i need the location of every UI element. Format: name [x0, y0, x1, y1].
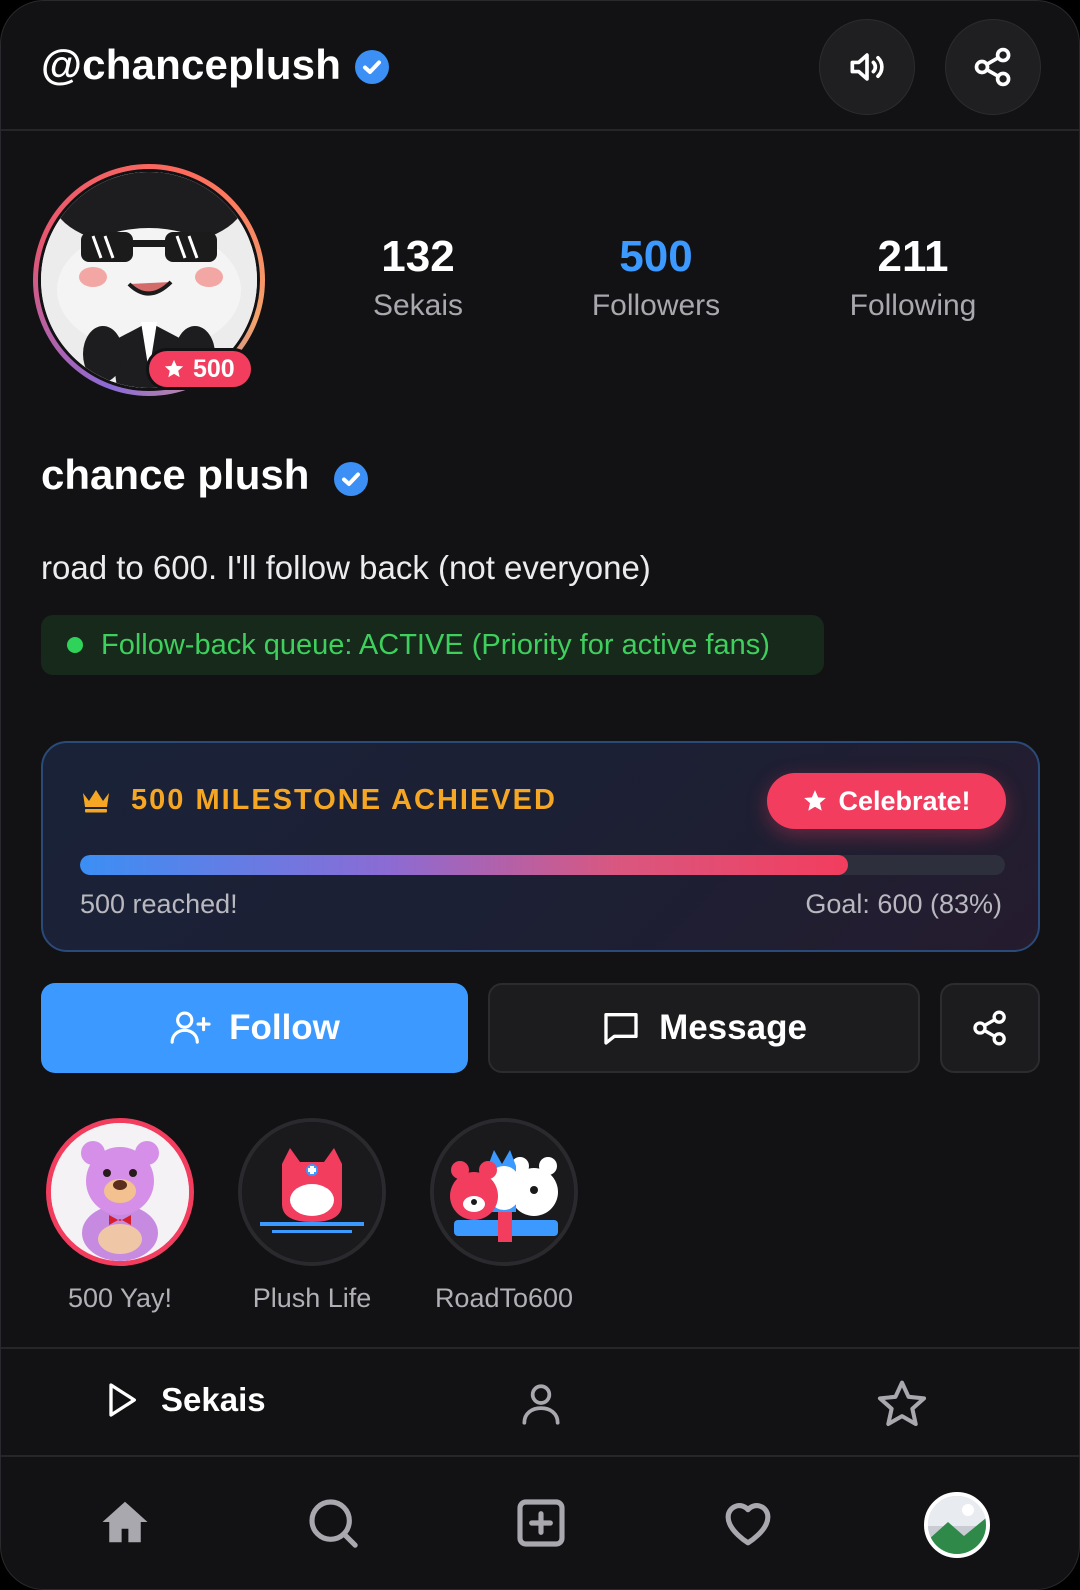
milestone-progress-bar — [80, 855, 1005, 875]
stat-label: Following — [849, 289, 977, 323]
tab-favorites[interactable] — [874, 1377, 930, 1436]
stat-value: 211 — [877, 232, 949, 281]
stat-sekais[interactable]: 132 Sekais — [353, 232, 483, 323]
highlight-thumbnail — [238, 1118, 386, 1266]
search-icon — [309, 1499, 358, 1548]
share-icon — [973, 1010, 1006, 1046]
message-label: Message — [659, 1008, 807, 1047]
star-outline-icon — [877, 1380, 927, 1427]
badge-count: 500 — [193, 354, 235, 383]
crown-icon — [83, 790, 109, 813]
highlight-thumbnail — [46, 1118, 194, 1266]
queue-status-text: Follow-back queue: ACTIVE (Priority for … — [101, 628, 770, 661]
highlight-plush-life[interactable]: Plush Life — [237, 1118, 387, 1314]
chat-bubble-icon — [604, 1013, 638, 1045]
heart-icon — [725, 1503, 771, 1546]
stat-value: 132 — [381, 232, 455, 281]
share-profile-button[interactable] — [940, 983, 1040, 1073]
profile-bio: road to 600. I'll follow back (not every… — [41, 549, 651, 586]
verified-badge-icon — [355, 50, 389, 84]
nav-profile-avatar[interactable] — [924, 1492, 990, 1558]
follow-button[interactable]: Follow — [41, 983, 468, 1073]
highlight-500-yay[interactable]: 500 Yay! — [45, 1118, 195, 1314]
display-name: chance plush — [41, 451, 310, 498]
stat-value: 500 — [619, 232, 693, 281]
tab-profile[interactable] — [516, 1379, 566, 1434]
message-button[interactable]: Message — [488, 983, 920, 1073]
nav-home[interactable] — [98, 1495, 152, 1554]
user-icon — [522, 1384, 560, 1425]
star-icon — [804, 790, 827, 811]
milestone-progress-fill — [80, 855, 848, 875]
share-button[interactable] — [945, 19, 1041, 115]
top-bar: @chanceplush — [1, 1, 1079, 131]
share-icon — [974, 47, 1011, 87]
stat-label: Followers — [591, 289, 721, 323]
milestone-goal-text: Goal: 600 (83%) — [805, 889, 1002, 919]
nav-create[interactable] — [513, 1495, 569, 1556]
tab-sekais-label: Sekais — [161, 1381, 266, 1418]
stat-following[interactable]: 211 Following — [833, 232, 993, 323]
play-icon — [109, 1383, 136, 1417]
content-tabs: Sekais — [1, 1347, 1079, 1457]
celebrate-button[interactable]: Celebrate! — [767, 773, 1006, 829]
stat-label: Sekais — [372, 289, 464, 323]
profile-screen: @chanceplush 500 132 Sekais 500 Follower… — [0, 0, 1080, 1590]
sound-button[interactable] — [819, 19, 915, 115]
milestone-reached-text: 500 reached! — [80, 889, 238, 919]
follow-label: Follow — [229, 1008, 340, 1047]
highlight-thumbnail — [430, 1118, 578, 1266]
highlight-label: Plush Life — [252, 1283, 372, 1313]
highlight-label: 500 Yay! — [67, 1283, 173, 1313]
verified-badge-icon — [334, 462, 368, 496]
profile-handle: @chanceplush — [41, 41, 342, 88]
nav-search[interactable] — [305, 1495, 361, 1556]
home-icon — [102, 1501, 148, 1543]
highlight-roadto600[interactable]: RoadTo600 — [429, 1118, 579, 1314]
follow-back-queue-status: Follow-back queue: ACTIVE (Priority for … — [41, 615, 824, 675]
milestone-title: 500 MILESTONE ACHIEVED — [131, 784, 557, 816]
highlight-label: RoadTo600 — [434, 1283, 574, 1313]
bottom-navigation — [1, 1459, 1079, 1589]
status-dot-icon — [67, 637, 83, 653]
add-icon — [517, 1499, 565, 1547]
milestone-card: 500 MILESTONE ACHIEVED Celebrate! 500 re… — [41, 741, 1040, 952]
celebrate-label: Celebrate! — [838, 785, 971, 816]
add-user-icon — [170, 1011, 211, 1044]
stat-followers[interactable]: 500 Followers — [576, 232, 736, 323]
speaker-icon — [850, 53, 884, 81]
nav-activity[interactable] — [718, 1495, 778, 1556]
tab-sekais[interactable]: Sekais — [101, 1379, 266, 1421]
follower-milestone-badge: 500 — [146, 348, 254, 390]
star-icon — [164, 359, 184, 378]
